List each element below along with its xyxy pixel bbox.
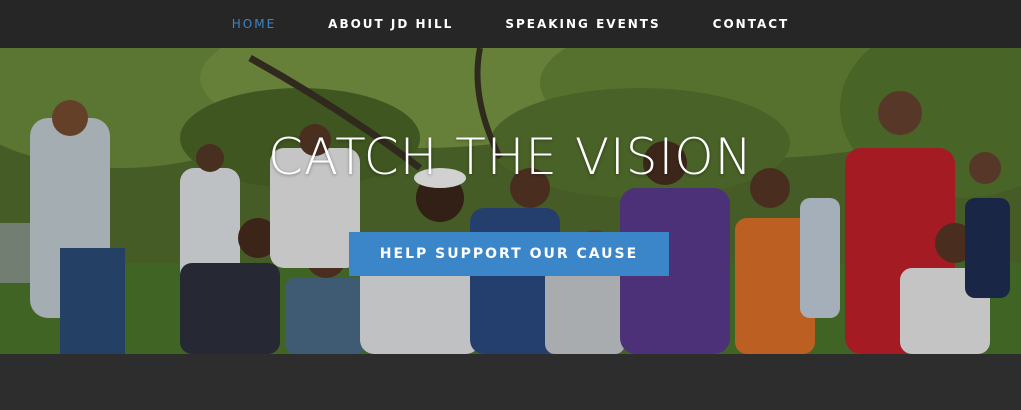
help-support-button[interactable]: HELP SUPPORT OUR CAUSE (349, 232, 669, 276)
page: HOME ABOUT JD HILL SPEAKING EVENTS CONTA… (0, 0, 1021, 410)
top-navigation: HOME ABOUT JD HILL SPEAKING EVENTS CONTA… (0, 0, 1021, 48)
nav-item-contact[interactable]: CONTACT (713, 17, 790, 31)
nav-item-speaking-events[interactable]: SPEAKING EVENTS (505, 17, 660, 31)
hero-banner: CATCH THE VISION HELP SUPPORT OUR CAUSE (0, 48, 1021, 354)
nav-item-home[interactable]: HOME (232, 17, 276, 31)
hero-title: CATCH THE VISION (267, 128, 754, 186)
nav-item-about-jd-hill[interactable]: ABOUT JD HILL (328, 17, 453, 31)
below-hero-band (0, 354, 1021, 410)
hero-overlay (0, 48, 1021, 354)
